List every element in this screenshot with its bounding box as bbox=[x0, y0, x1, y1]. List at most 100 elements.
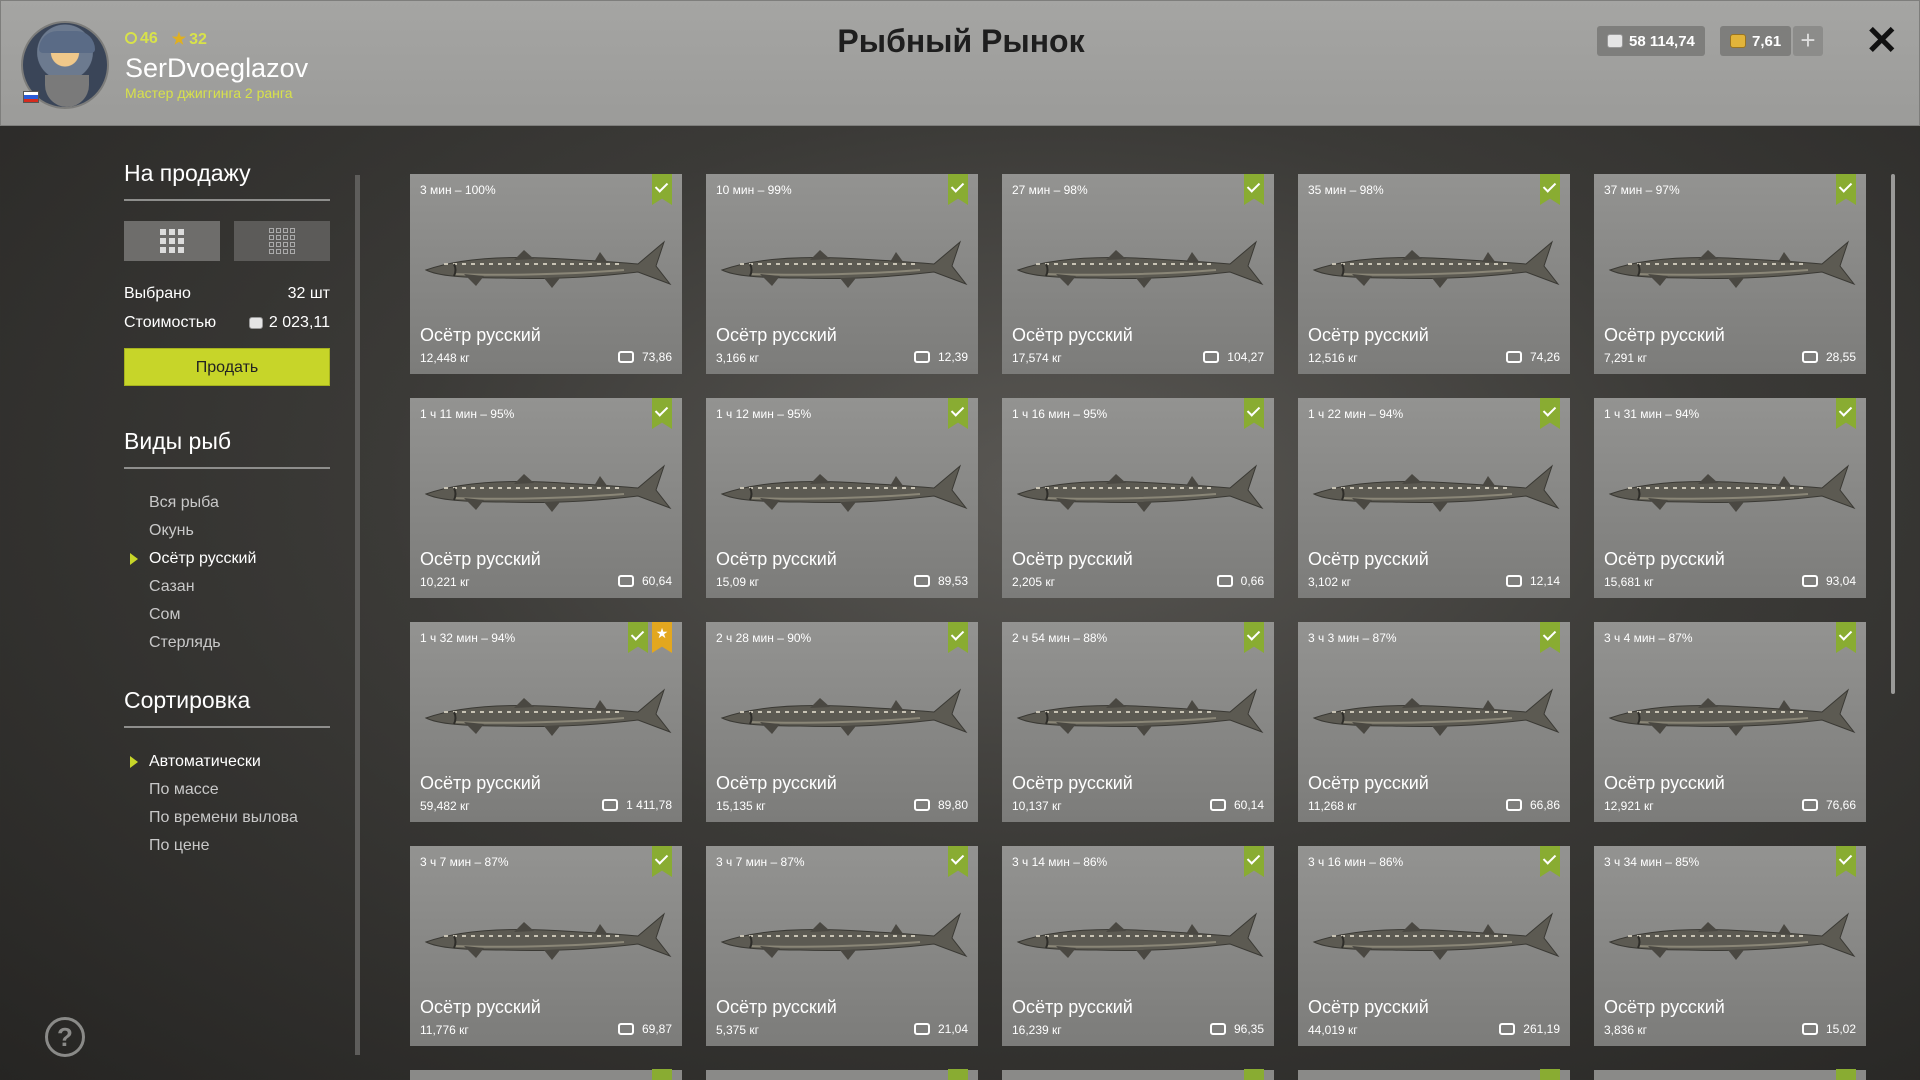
fish-card[interactable]: 10 мин – 99% Осётр русский 3,166 кг 12,3… bbox=[706, 174, 978, 374]
stars-stat: ★ 32 bbox=[171, 31, 207, 48]
sort-title: Сортировка bbox=[124, 687, 330, 728]
fish-name: Осётр русский bbox=[1308, 773, 1429, 793]
catch-time: 3 ч 3 мин – 87% bbox=[1308, 631, 1397, 645]
fish-card[interactable]: 27 мин – 98% Осётр русский 17,574 кг 104… bbox=[1002, 174, 1274, 374]
selected-check-icon[interactable] bbox=[652, 846, 672, 877]
catch-time: 35 мин – 98% bbox=[1308, 183, 1384, 197]
fish-card[interactable]: 35 мин – 98% Осётр русский 12,516 кг 74,… bbox=[1298, 174, 1570, 374]
sort-item[interactable]: По массе bbox=[124, 776, 330, 804]
fish-card[interactable]: 3 ч 4 мин – 87% Осётр русский 12,921 кг … bbox=[1594, 622, 1866, 822]
fish-card[interactable]: 1 ч 12 мин – 95% Осётр русский 15,09 кг … bbox=[706, 398, 978, 598]
large-grid-view-button[interactable] bbox=[124, 221, 220, 261]
selected-check-icon[interactable] bbox=[1244, 398, 1264, 429]
silver-coin-icon bbox=[1216, 575, 1233, 587]
selected-check-icon[interactable] bbox=[1540, 174, 1560, 205]
species-item[interactable]: Сом bbox=[124, 601, 330, 629]
sturgeon-icon bbox=[720, 912, 968, 960]
fish-card[interactable]: 1 ч 22 мин – 94% Осётр русский 3,102 кг … bbox=[1298, 398, 1570, 598]
player-name: SerDvoeglazov bbox=[125, 53, 309, 83]
fish-name: Осётр русский bbox=[1604, 549, 1725, 569]
next-row-peek bbox=[410, 1069, 1870, 1080]
silver-coin-icon bbox=[617, 1023, 634, 1035]
help-button[interactable]: ? bbox=[45, 1017, 85, 1057]
fish-price-value: 89,80 bbox=[937, 798, 968, 812]
fish-card-peek[interactable] bbox=[706, 1069, 978, 1080]
fish-price-value: 69,87 bbox=[641, 1022, 672, 1036]
selected-check-icon[interactable] bbox=[948, 398, 968, 429]
close-button[interactable]: ✕ bbox=[1865, 21, 1899, 61]
sort-item[interactable]: Автоматически bbox=[124, 748, 330, 776]
species-item[interactable]: Стерлядь bbox=[124, 629, 330, 657]
selected-check-icon[interactable] bbox=[652, 174, 672, 205]
species-item[interactable]: Окунь bbox=[124, 517, 330, 545]
fish-card[interactable]: 3 ч 3 мин – 87% Осётр русский 11,268 кг … bbox=[1298, 622, 1570, 822]
selected-check-icon[interactable] bbox=[948, 846, 968, 877]
fish-name: Осётр русский bbox=[716, 325, 837, 345]
fish-price-value: 261,19 bbox=[1523, 1022, 1560, 1036]
fish-card[interactable]: 3 ч 16 мин – 86% Осётр русский 44,019 кг… bbox=[1298, 846, 1570, 1046]
russia-flag-icon bbox=[23, 91, 39, 103]
fish-weight: 12,448 кг bbox=[420, 351, 470, 365]
selected-check-icon[interactable] bbox=[948, 174, 968, 205]
selected-check-icon[interactable] bbox=[948, 622, 968, 653]
avatar-hat bbox=[39, 31, 95, 53]
view-toggle bbox=[124, 221, 330, 261]
catch-time: 1 ч 32 мин – 94% bbox=[420, 631, 516, 645]
fish-name: Осётр русский bbox=[1012, 325, 1133, 345]
species-item[interactable]: Сазан bbox=[124, 573, 330, 601]
fish-card[interactable]: 3 ч 7 мин – 87% Осётр русский 11,776 кг … bbox=[410, 846, 682, 1046]
fish-card[interactable]: 3 ч 34 мин – 85% Осётр русский 3,836 кг … bbox=[1594, 846, 1866, 1046]
fish-card[interactable]: 3 ч 14 мин – 86% Осётр русский 16,239 кг… bbox=[1002, 846, 1274, 1046]
selected-check-icon[interactable] bbox=[1836, 622, 1856, 653]
selected-check-icon[interactable] bbox=[1244, 846, 1264, 877]
sell-button[interactable]: Продать bbox=[124, 348, 330, 386]
silver-coin-icon bbox=[913, 1023, 930, 1035]
fish-name: Осётр русский bbox=[420, 549, 541, 569]
fish-card[interactable]: 1 ч 11 мин – 95% Осётр русский 10,221 кг… bbox=[410, 398, 682, 598]
fish-price: 96,35 bbox=[1209, 1022, 1264, 1036]
fish-card-peek[interactable] bbox=[1002, 1069, 1274, 1080]
selected-check-icon[interactable] bbox=[1836, 398, 1856, 429]
fish-price: 28,55 bbox=[1801, 350, 1856, 364]
fish-card[interactable]: 2 ч 28 мин – 90% Осётр русский 15,135 кг… bbox=[706, 622, 978, 822]
sturgeon-icon bbox=[424, 688, 672, 736]
fish-card[interactable]: 1 ч 32 мин – 94% ★ Осётр русский 59,482 … bbox=[410, 622, 682, 822]
cost-value-wrap: 2 023,11 bbox=[248, 314, 330, 332]
selected-check-icon[interactable] bbox=[1540, 398, 1560, 429]
selected-check-icon[interactable] bbox=[1540, 622, 1560, 653]
fish-weight: 10,221 кг bbox=[420, 575, 470, 589]
avatar-beard bbox=[45, 75, 89, 107]
fish-price-value: 73,86 bbox=[641, 350, 672, 364]
gold-balance: 7,61 bbox=[1720, 26, 1792, 56]
grid-scrollbar[interactable] bbox=[1891, 174, 1895, 694]
sort-item[interactable]: По времени вылова bbox=[124, 804, 330, 832]
selected-check-icon[interactable] bbox=[628, 622, 648, 653]
sturgeon-icon bbox=[1312, 240, 1560, 288]
fish-card-peek[interactable] bbox=[410, 1069, 682, 1080]
species-item[interactable]: Осётр русский bbox=[124, 545, 330, 573]
fish-price-value: 21,04 bbox=[937, 1022, 968, 1036]
fish-card-peek[interactable] bbox=[1594, 1069, 1866, 1080]
small-grid-view-button[interactable] bbox=[234, 221, 330, 261]
fish-card[interactable]: 3 ч 7 мин – 87% Осётр русский 5,375 кг 2… bbox=[706, 846, 978, 1046]
add-gold-button[interactable]: + bbox=[1793, 26, 1823, 56]
selected-check-icon[interactable] bbox=[1540, 846, 1560, 877]
fish-card[interactable]: 2 ч 54 мин – 88% Осётр русский 10,137 кг… bbox=[1002, 622, 1274, 822]
catch-time: 1 ч 16 мин – 95% bbox=[1012, 407, 1108, 421]
fish-card[interactable]: 3 мин – 100% Осётр русский 12,448 кг 73,… bbox=[410, 174, 682, 374]
selected-check-icon[interactable] bbox=[1836, 174, 1856, 205]
selected-row: Выбрано 32 шт bbox=[124, 285, 330, 303]
fish-card[interactable]: 37 мин – 97% Осётр русский 7,291 кг 28,5… bbox=[1594, 174, 1866, 374]
selected-check-icon[interactable] bbox=[1836, 846, 1856, 877]
fish-card[interactable]: 1 ч 31 мин – 94% Осётр русский 15,681 кг… bbox=[1594, 398, 1866, 598]
selected-check-icon[interactable] bbox=[652, 398, 672, 429]
species-item[interactable]: Вся рыба bbox=[124, 489, 330, 517]
fish-price: 12,14 bbox=[1505, 574, 1560, 588]
silver-coin-icon bbox=[1209, 799, 1226, 811]
selected-check-icon[interactable] bbox=[1244, 622, 1264, 653]
fish-grid: 3 мин – 100% Осётр русский 12,448 кг 73,… bbox=[410, 174, 1870, 1046]
fish-card-peek[interactable] bbox=[1298, 1069, 1570, 1080]
sort-item[interactable]: По цене bbox=[124, 832, 330, 860]
selected-check-icon[interactable] bbox=[1244, 174, 1264, 205]
fish-card[interactable]: 1 ч 16 мин – 95% Осётр русский 2,205 кг … bbox=[1002, 398, 1274, 598]
